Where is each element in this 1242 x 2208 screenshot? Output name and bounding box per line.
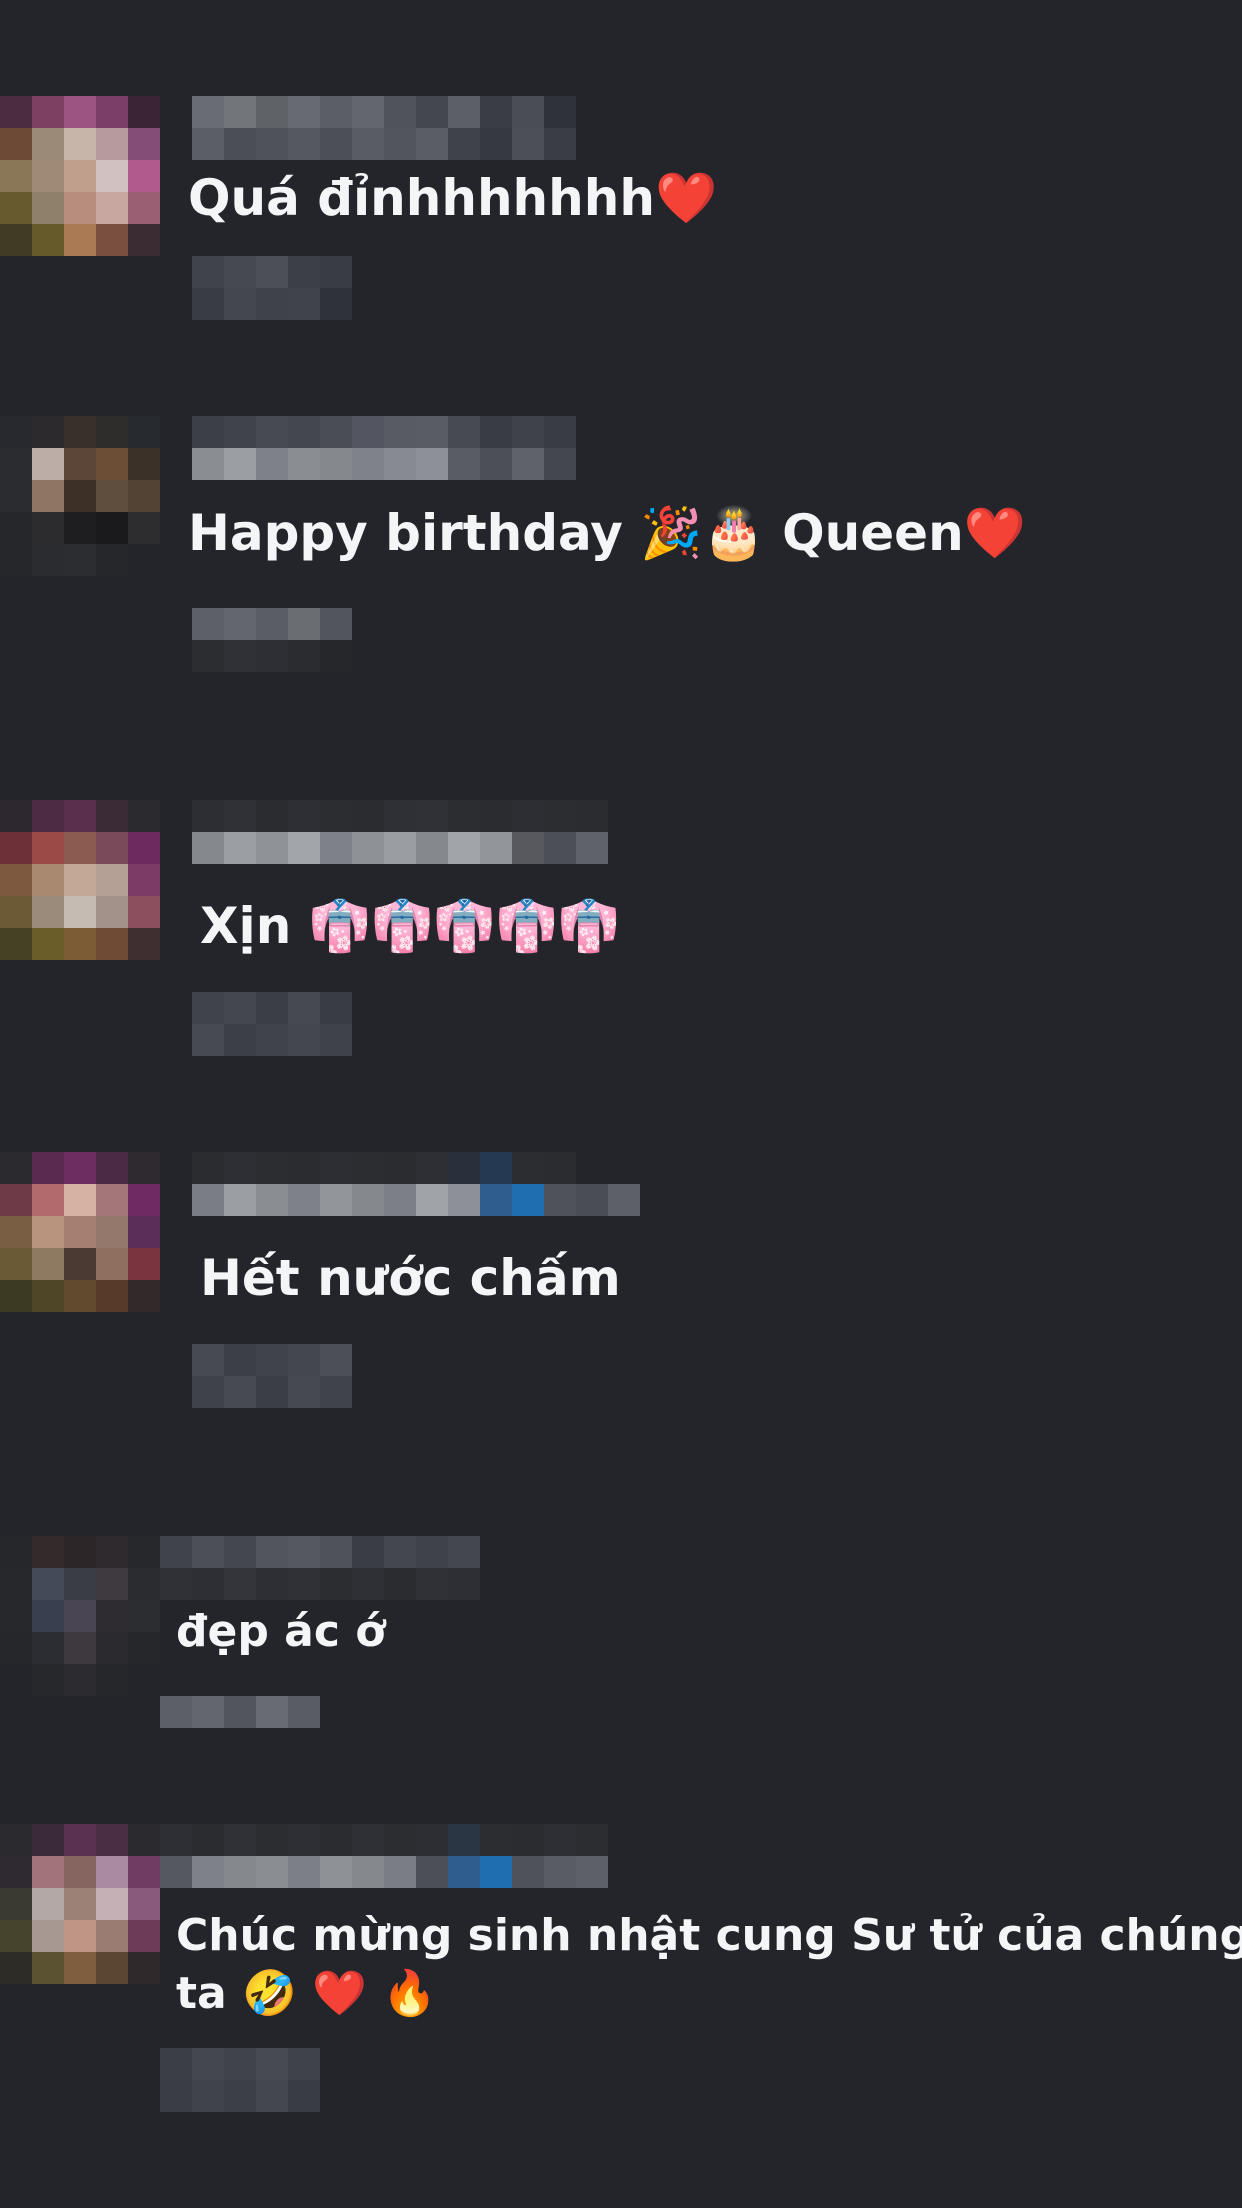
commenter-name[interactable] bbox=[160, 1568, 480, 1600]
comment-timestamp[interactable] bbox=[192, 1344, 352, 1376]
avatar[interactable] bbox=[0, 1152, 160, 1312]
commenter-name[interactable] bbox=[192, 448, 576, 480]
commenter-name[interactable] bbox=[160, 1824, 608, 1856]
avatar[interactable] bbox=[0, 1536, 160, 1696]
comment-timestamp[interactable] bbox=[192, 608, 352, 640]
comment-text: Xịn 👘👘👘👘👘 bbox=[200, 897, 620, 955]
comment-text: Happy birthday 🎉🎂 Queen❤️ bbox=[188, 504, 1026, 562]
commenter-name[interactable] bbox=[160, 1856, 608, 1888]
commenter-name[interactable] bbox=[192, 416, 576, 448]
comment-timestamp[interactable] bbox=[160, 2080, 320, 2112]
avatar[interactable] bbox=[0, 96, 160, 256]
comment-timestamp[interactable] bbox=[160, 2048, 320, 2080]
commenter-name[interactable] bbox=[192, 1184, 640, 1216]
commenter-name[interactable] bbox=[192, 96, 576, 128]
commenter-name[interactable] bbox=[192, 832, 608, 864]
comment-timestamp[interactable] bbox=[160, 1696, 320, 1728]
comment-text: Chúc mừng sinh nhật cung Sư tử của chúng… bbox=[176, 1910, 1242, 2019]
comment-timestamp[interactable] bbox=[192, 288, 352, 320]
comment-timestamp[interactable] bbox=[192, 1376, 352, 1408]
comment-timestamp[interactable] bbox=[192, 992, 352, 1024]
comment-timestamp[interactable] bbox=[192, 640, 352, 672]
commenter-name[interactable] bbox=[192, 128, 576, 160]
comment-text: Hết nước chấm bbox=[200, 1249, 621, 1307]
comment-text: Quá đỉnhhhhhhh❤️ bbox=[188, 169, 718, 227]
comment-text: đẹp ác ớ bbox=[176, 1606, 386, 1657]
avatar[interactable] bbox=[0, 416, 160, 576]
avatar[interactable] bbox=[0, 800, 160, 960]
avatar[interactable] bbox=[0, 1824, 160, 1984]
commenter-name[interactable] bbox=[192, 800, 608, 832]
comment-timestamp[interactable] bbox=[192, 256, 352, 288]
comment-timestamp[interactable] bbox=[192, 1024, 352, 1056]
commenter-name[interactable] bbox=[192, 1152, 576, 1184]
commenter-name[interactable] bbox=[160, 1536, 480, 1568]
